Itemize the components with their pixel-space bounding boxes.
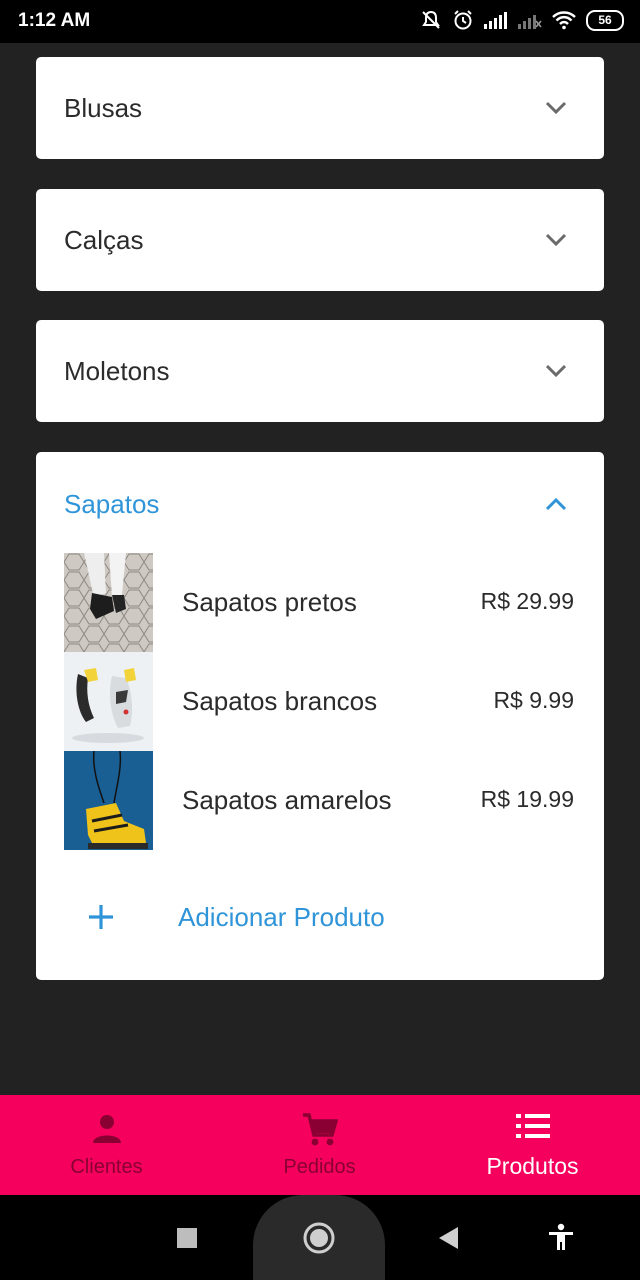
category-label: Moletons <box>64 356 170 386</box>
product-row[interactable]: Sapatos pretos R$ 29.99 <box>64 553 576 652</box>
product-price: R$ 29.99 <box>480 588 574 614</box>
product-row[interactable]: Sapatos brancos R$ 9.99 <box>64 652 576 751</box>
category-card-calcas[interactable]: Calças <box>36 189 604 291</box>
home-icon[interactable] <box>303 1222 335 1254</box>
signal-icon <box>484 12 507 29</box>
product-image <box>64 652 153 751</box>
status-time: 1:12 AM <box>18 10 91 31</box>
status-bar: 1:12 AM 56 <box>0 0 640 43</box>
category-label[interactable]: Sapatos <box>64 489 159 520</box>
nav-label: Clientes <box>70 1156 143 1178</box>
category-label: Blusas <box>64 93 143 123</box>
product-row[interactable]: Sapatos amarelos R$ 19.99 <box>64 751 576 850</box>
system-navigation-bar <box>0 1195 640 1280</box>
nav-item-produtos[interactable]: Produtos <box>426 1095 639 1195</box>
accessibility-icon[interactable] <box>548 1223 574 1251</box>
signal-weak-icon <box>518 15 542 29</box>
category-card-sapatos: Sapatos Sapatos pretos R$ 29.99 Sapatos … <box>36 452 604 980</box>
wifi-icon <box>552 11 576 30</box>
product-image <box>64 751 153 850</box>
bottom-navigation: Clientes Pedidos Produtos <box>0 1095 640 1195</box>
person-icon <box>92 1115 121 1143</box>
status-icons: 56 <box>420 9 624 31</box>
category-card-moletons[interactable]: Moletons <box>36 320 604 422</box>
plus-icon <box>89 905 113 929</box>
recents-icon[interactable] <box>176 1227 198 1249</box>
category-label: Calças <box>64 225 144 255</box>
product-name: Sapatos pretos <box>182 587 357 617</box>
add-product-label: Adicionar Produto <box>178 902 385 932</box>
product-price: R$ 19.99 <box>480 786 574 812</box>
chevron-up-icon[interactable] <box>544 496 568 512</box>
product-name: Sapatos brancos <box>182 686 378 716</box>
chevron-down-icon[interactable] <box>544 232 568 248</box>
list-icon <box>515 1114 550 1138</box>
category-card-blusas[interactable]: Blusas <box>36 57 604 159</box>
mute-icon <box>422 10 440 29</box>
nav-item-clientes[interactable]: Clientes <box>0 1095 213 1195</box>
nav-label: Pedidos <box>283 1156 356 1178</box>
product-image <box>64 553 153 652</box>
cart-icon <box>302 1113 338 1146</box>
chevron-down-icon[interactable] <box>544 100 568 116</box>
alarm-icon <box>454 10 472 30</box>
nav-label: Produtos <box>486 1153 579 1179</box>
nav-item-pedidos[interactable]: Pedidos <box>213 1095 426 1195</box>
add-product-button[interactable]: Adicionar Produto <box>64 892 576 948</box>
product-name: Sapatos amarelos <box>182 785 392 815</box>
battery-indicator: 56 <box>586 9 624 31</box>
chevron-down-icon[interactable] <box>544 363 568 379</box>
product-price: R$ 9.99 <box>493 687 574 713</box>
back-icon[interactable] <box>438 1226 460 1250</box>
